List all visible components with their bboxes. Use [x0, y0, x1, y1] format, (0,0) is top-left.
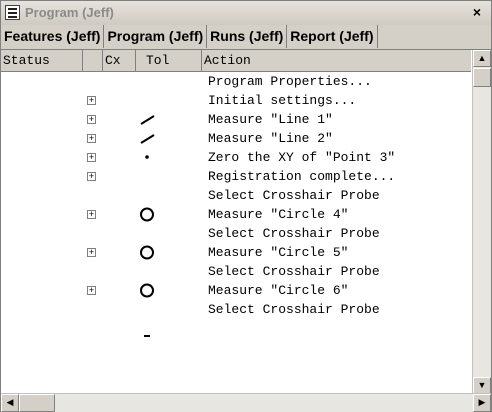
tab-features[interactable]: Features (Jeff) — [1, 25, 105, 48]
table-row[interactable]: Select Crosshair Probe — [1, 186, 471, 205]
action-text: Program Properties... — [208, 74, 372, 89]
circle-icon — [135, 205, 159, 224]
table-row[interactable]: + Zero the XY of "Point 3" — [1, 148, 471, 167]
table-row[interactable]: Select Crosshair Probe — [1, 224, 471, 243]
grid-header: Status Cx Tol Action — [1, 50, 471, 72]
list-icon — [5, 5, 20, 20]
action-text: Select Crosshair Probe — [208, 188, 380, 203]
table-row[interactable] — [1, 319, 471, 338]
circle-icon — [135, 243, 159, 262]
tab-report[interactable]: Report (Jeff) — [287, 25, 378, 48]
expand-icon[interactable]: + — [87, 248, 96, 257]
action-text: Measure "Circle 4" — [208, 207, 349, 222]
expand-icon[interactable]: + — [87, 153, 96, 162]
scroll-up-button[interactable]: ▲ — [473, 50, 491, 67]
action-text: Select Crosshair Probe — [208, 264, 380, 279]
close-button[interactable]: × — [469, 5, 485, 20]
column-header-status[interactable]: Status — [1, 50, 83, 71]
horizontal-scroll-thumb[interactable] — [19, 394, 55, 412]
table-row[interactable]: + Measure "Circle 5" — [1, 243, 471, 262]
expand-icon[interactable]: + — [87, 96, 96, 105]
scroll-right-button[interactable]: ▶ — [473, 394, 491, 412]
action-text: Measure "Circle 6" — [208, 283, 349, 298]
action-text: Measure "Line 1" — [208, 112, 333, 127]
action-text: Initial settings... — [208, 93, 357, 108]
tab-program[interactable]: Program (Jeff) — [104, 25, 208, 48]
scroll-left-button[interactable]: ◀ — [1, 394, 19, 412]
action-text: Measure "Circle 5" — [208, 245, 349, 260]
circle-icon — [135, 281, 159, 300]
vertical-scrollbar[interactable]: ▲ ▼ — [472, 50, 491, 394]
table-row[interactable]: Select Crosshair Probe — [1, 300, 471, 319]
horizontal-scrollbar[interactable]: ◀ ▶ — [1, 393, 491, 412]
line-icon — [135, 129, 159, 148]
column-header-tol[interactable]: Tol — [136, 50, 202, 71]
vertical-scroll-thumb[interactable] — [473, 68, 491, 87]
action-text: Select Crosshair Probe — [208, 302, 380, 317]
action-text: Select Crosshair Probe — [208, 226, 380, 241]
tab-runs[interactable]: Runs (Jeff) — [207, 25, 288, 48]
point-icon — [135, 148, 159, 167]
scroll-down-button[interactable]: ▼ — [473, 377, 491, 394]
table-row[interactable]: + Registration complete... — [1, 167, 471, 186]
expand-icon[interactable]: + — [87, 115, 96, 124]
column-header-action[interactable]: Action — [202, 50, 471, 71]
program-rows: Program Properties... + Initial settings..… — [1, 72, 471, 394]
expand-icon[interactable]: + — [87, 286, 96, 295]
column-header-cx[interactable]: Cx — [103, 50, 136, 71]
action-text: Registration complete... — [208, 169, 396, 184]
table-row[interactable]: Select Crosshair Probe — [1, 262, 471, 281]
table-row[interactable]: + Measure "Circle 4" — [1, 205, 471, 224]
table-row[interactable]: + Initial settings... — [1, 91, 471, 110]
program-window: Program (Jeff) × Features (Jeff) Program … — [0, 0, 492, 412]
line-icon — [135, 110, 159, 129]
expand-icon[interactable]: + — [87, 172, 96, 181]
table-row[interactable]: + Measure "Line 1" — [1, 110, 471, 129]
table-row[interactable]: + Measure "Circle 6" — [1, 281, 471, 300]
expand-icon[interactable]: + — [87, 210, 96, 219]
action-text: Zero the XY of "Point 3" — [208, 150, 396, 165]
dash-icon — [135, 319, 159, 338]
table-row[interactable]: Program Properties... — [1, 72, 471, 91]
expand-icon[interactable]: + — [87, 134, 96, 143]
tab-bar: Features (Jeff) Program (Jeff) Runs (Jeff)… — [1, 25, 491, 49]
program-grid: Status Cx Tol Action Program Properties.… — [1, 49, 491, 394]
title-bar[interactable]: Program (Jeff) × — [1, 1, 491, 26]
window-title: Program (Jeff) — [25, 5, 114, 20]
action-text: Measure "Line 2" — [208, 131, 333, 146]
table-row[interactable]: + Measure "Line 2" — [1, 129, 471, 148]
column-header-blank[interactable] — [83, 50, 103, 71]
